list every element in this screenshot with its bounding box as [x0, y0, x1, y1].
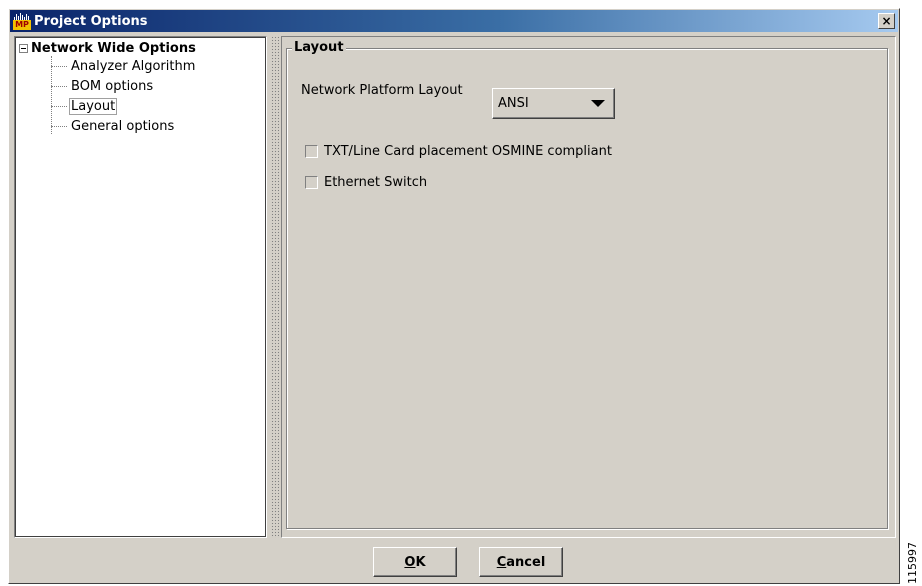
- osmine-compliant-checkbox[interactable]: [305, 144, 318, 158]
- tree-root-label: Network Wide Options: [31, 40, 196, 56]
- collapse-icon[interactable]: [19, 43, 28, 53]
- close-button[interactable]: ×: [878, 13, 895, 29]
- tree-item-layout[interactable]: Layout: [51, 97, 118, 115]
- cancel-button[interactable]: Cancel: [479, 547, 563, 577]
- checkbox-label: Ethernet Switch: [324, 174, 428, 190]
- network-platform-layout-label: Network Platform Layout: [301, 83, 463, 98]
- tree-item-label: General options: [71, 118, 175, 134]
- dialog-button-bar: OK Cancel: [10, 539, 898, 583]
- tree-item-bom-options[interactable]: BOM options: [51, 77, 155, 95]
- tree-item-analyzer-algorithm[interactable]: Analyzer Algorithm: [51, 57, 197, 75]
- ethernet-switch-option[interactable]: Ethernet Switch: [305, 174, 427, 190]
- network-platform-layout-dropdown[interactable]: ANSI: [492, 88, 615, 119]
- window-title: Project Options: [34, 13, 148, 29]
- figure-number-tag: 115997: [906, 542, 919, 584]
- project-options-dialog: MP Project Options × Network Wide Option…: [8, 8, 900, 584]
- options-tree[interactable]: Network Wide Options Analyzer Algorithm …: [14, 36, 267, 538]
- title-bar[interactable]: MP Project Options ×: [10, 10, 898, 32]
- split-pane-divider[interactable]: [271, 36, 279, 538]
- ok-button[interactable]: OK: [373, 547, 457, 577]
- group-title: Layout: [292, 40, 346, 56]
- tree-item-general-options[interactable]: General options: [51, 117, 176, 135]
- layout-options-panel: Layout Network Platform Layout ANSI TXT/…: [281, 36, 896, 538]
- mp-icon-text: MP: [13, 20, 31, 30]
- layout-group-box: Layout Network Platform Layout ANSI TXT/…: [286, 40, 888, 529]
- tree-item-label: BOM options: [71, 78, 154, 94]
- checkbox-label: TXT/Line Card placement OSMINE compliant: [324, 143, 612, 159]
- tree-item-label: Layout: [69, 97, 118, 115]
- dropdown-value: ANSI: [498, 96, 529, 111]
- tree-root-network-wide-options[interactable]: Network Wide Options: [19, 40, 196, 56]
- close-icon: ×: [881, 14, 892, 28]
- osmine-compliant-option[interactable]: TXT/Line Card placement OSMINE compliant: [305, 143, 612, 159]
- ethernet-switch-checkbox[interactable]: [305, 175, 318, 189]
- chevron-down-icon: [591, 100, 605, 107]
- tree-item-label: Analyzer Algorithm: [71, 58, 196, 74]
- mp-app-icon: MP: [13, 12, 31, 30]
